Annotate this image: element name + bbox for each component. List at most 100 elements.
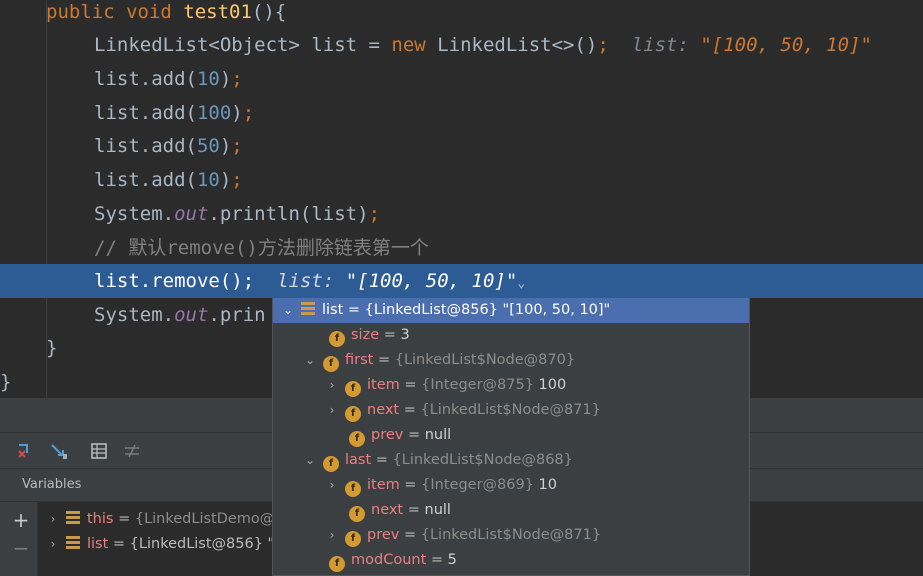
var-name: list [87, 536, 109, 552]
popup-row-first-prev[interactable]: f prev = null [349, 423, 451, 448]
semicolon: ; [231, 135, 243, 157]
var-ref: {Integer@875} [421, 377, 539, 393]
var-eq: = [379, 327, 401, 343]
code-line-6[interactable]: list.add(10); [0, 163, 923, 197]
var-name: item [367, 477, 400, 493]
var-eq: = [399, 477, 422, 493]
semicolon: ; [242, 270, 255, 292]
code-text: ) [219, 135, 232, 157]
number-literal: 100 [196, 102, 232, 124]
var-value: 5 [447, 552, 457, 568]
chevron-right-icon[interactable]: › [325, 373, 339, 398]
inline-hint-name: list: [277, 270, 335, 292]
code-text: list.remove() [94, 270, 243, 292]
popup-row-size[interactable]: f size = 3 [329, 323, 410, 348]
field-icon: f [323, 356, 339, 372]
var-eq: = [399, 377, 422, 393]
var-name: last [345, 452, 372, 468]
code-text: System. [94, 304, 175, 326]
var-row-this[interactable]: › this = {LinkedListDemo@ [46, 507, 274, 532]
list-icon [301, 302, 315, 315]
chevron-right-icon[interactable]: › [325, 398, 339, 423]
chevron-right-icon[interactable]: › [46, 507, 60, 532]
var-name: prev [367, 527, 400, 543]
chevron-right-icon[interactable]: › [325, 473, 339, 498]
number-literal: 10 [196, 68, 220, 90]
code-line-3[interactable]: list.add(10); [0, 62, 923, 96]
code-text: ) [219, 68, 232, 90]
code-line-1[interactable]: public void test01(){ [0, 0, 923, 29]
var-value: null [424, 502, 451, 518]
var-row-list[interactable]: › list = {LinkedList@856} "[ [46, 532, 280, 557]
number-literal: 50 [196, 135, 220, 157]
code-line-2[interactable]: LinkedList<Object> list = new LinkedList… [0, 28, 923, 62]
code-text: list.add( [94, 135, 197, 157]
var-eq: = [399, 402, 421, 418]
code-brace: } [46, 337, 58, 359]
code-line-4[interactable]: list.add(100); [0, 96, 923, 130]
popup-row-last-prev[interactable]: › f prev = {LinkedList$Node@871} [325, 523, 601, 548]
field-icon: f [329, 556, 345, 572]
step-into-icon[interactable] [15, 441, 35, 461]
list-icon [66, 536, 80, 549]
code-text: .prin [208, 304, 266, 326]
keyword: new [391, 34, 426, 56]
method-name: test01 [183, 1, 252, 23]
var-eq: = [108, 536, 130, 552]
var-eq: = [373, 352, 395, 368]
code-text: list.add( [94, 102, 197, 124]
remove-watch-button[interactable]: − [11, 538, 31, 558]
var-value: 3 [400, 327, 410, 343]
code-line-9-current[interactable]: list.remove(); list: "[100, 50, 10]"⌄ [0, 264, 923, 298]
var-name: size [351, 327, 380, 343]
table-icon[interactable] [89, 441, 109, 461]
static-field: out [174, 304, 209, 326]
semicolon: ; [231, 169, 243, 191]
popup-row-first-next[interactable]: › f next = {LinkedList$Node@871} [325, 398, 601, 423]
var-eq: = [113, 511, 135, 527]
popup-row-last-next[interactable]: f next = null [349, 498, 451, 523]
code-text: (){ [251, 1, 287, 23]
variable-inspector-popup[interactable]: ⌄ list = {LinkedList@856} "[100, 50, 10]"… [272, 297, 750, 576]
code-text: ) [219, 169, 232, 191]
static-field: out [174, 203, 209, 225]
chevron-down-icon[interactable]: ⌄ [303, 448, 317, 473]
evaluate-icon[interactable] [122, 441, 142, 461]
popup-row-list[interactable]: ⌄ list = {LinkedList@856} "[100, 50, 10]" [273, 298, 749, 323]
number-literal: 10 [196, 169, 220, 191]
var-ref: {LinkedList$Node@871} [420, 527, 602, 543]
code-text: System. [94, 203, 175, 225]
object-icon [66, 511, 80, 524]
chevron-right-icon[interactable]: › [325, 523, 339, 548]
chevron-down-icon[interactable]: ⌄ [517, 276, 525, 291]
add-watch-button[interactable]: + [11, 510, 31, 530]
chevron-down-icon[interactable]: ⌄ [303, 348, 317, 373]
code-line-7[interactable]: System.out.println(list); [0, 197, 923, 231]
var-name: first [345, 352, 374, 368]
code-line-8[interactable]: // 默认remove()方法删除链表第一个 [0, 231, 923, 265]
code-text: .println(list) [208, 203, 369, 225]
var-name: list [322, 302, 344, 318]
var-name: modCount [351, 552, 427, 568]
popup-row-first-item[interactable]: › f item = {Integer@875} 100 [325, 373, 566, 398]
force-step-icon[interactable] [49, 441, 69, 461]
chevron-right-icon[interactable]: › [46, 532, 60, 557]
var-value: null [424, 427, 452, 443]
code-text: ) [231, 102, 243, 124]
var-ref: {LinkedList@856} "[ [129, 536, 280, 552]
popup-row-last[interactable]: ⌄ f last = {LinkedList$Node@868} [303, 448, 573, 473]
variables-side-toolbar: + − [0, 502, 38, 576]
code-line-5[interactable]: list.add(50); [0, 129, 923, 163]
popup-row-last-item[interactable]: › f item = {Integer@869} 10 [325, 473, 557, 498]
var-name: item [367, 377, 400, 393]
code-text: LinkedList<Object> list = [94, 34, 392, 56]
var-name: this [87, 511, 114, 527]
semicolon: ; [597, 34, 609, 56]
var-eq: = [343, 302, 365, 318]
var-value: 10 [538, 477, 557, 493]
code-text: LinkedList<>() [425, 34, 598, 56]
code-brace: } [0, 371, 12, 393]
popup-row-first[interactable]: ⌄ f first = {LinkedList$Node@870} [303, 348, 575, 373]
popup-row-modcount[interactable]: f modCount = 5 [329, 548, 457, 573]
chevron-down-icon[interactable]: ⌄ [281, 298, 295, 323]
